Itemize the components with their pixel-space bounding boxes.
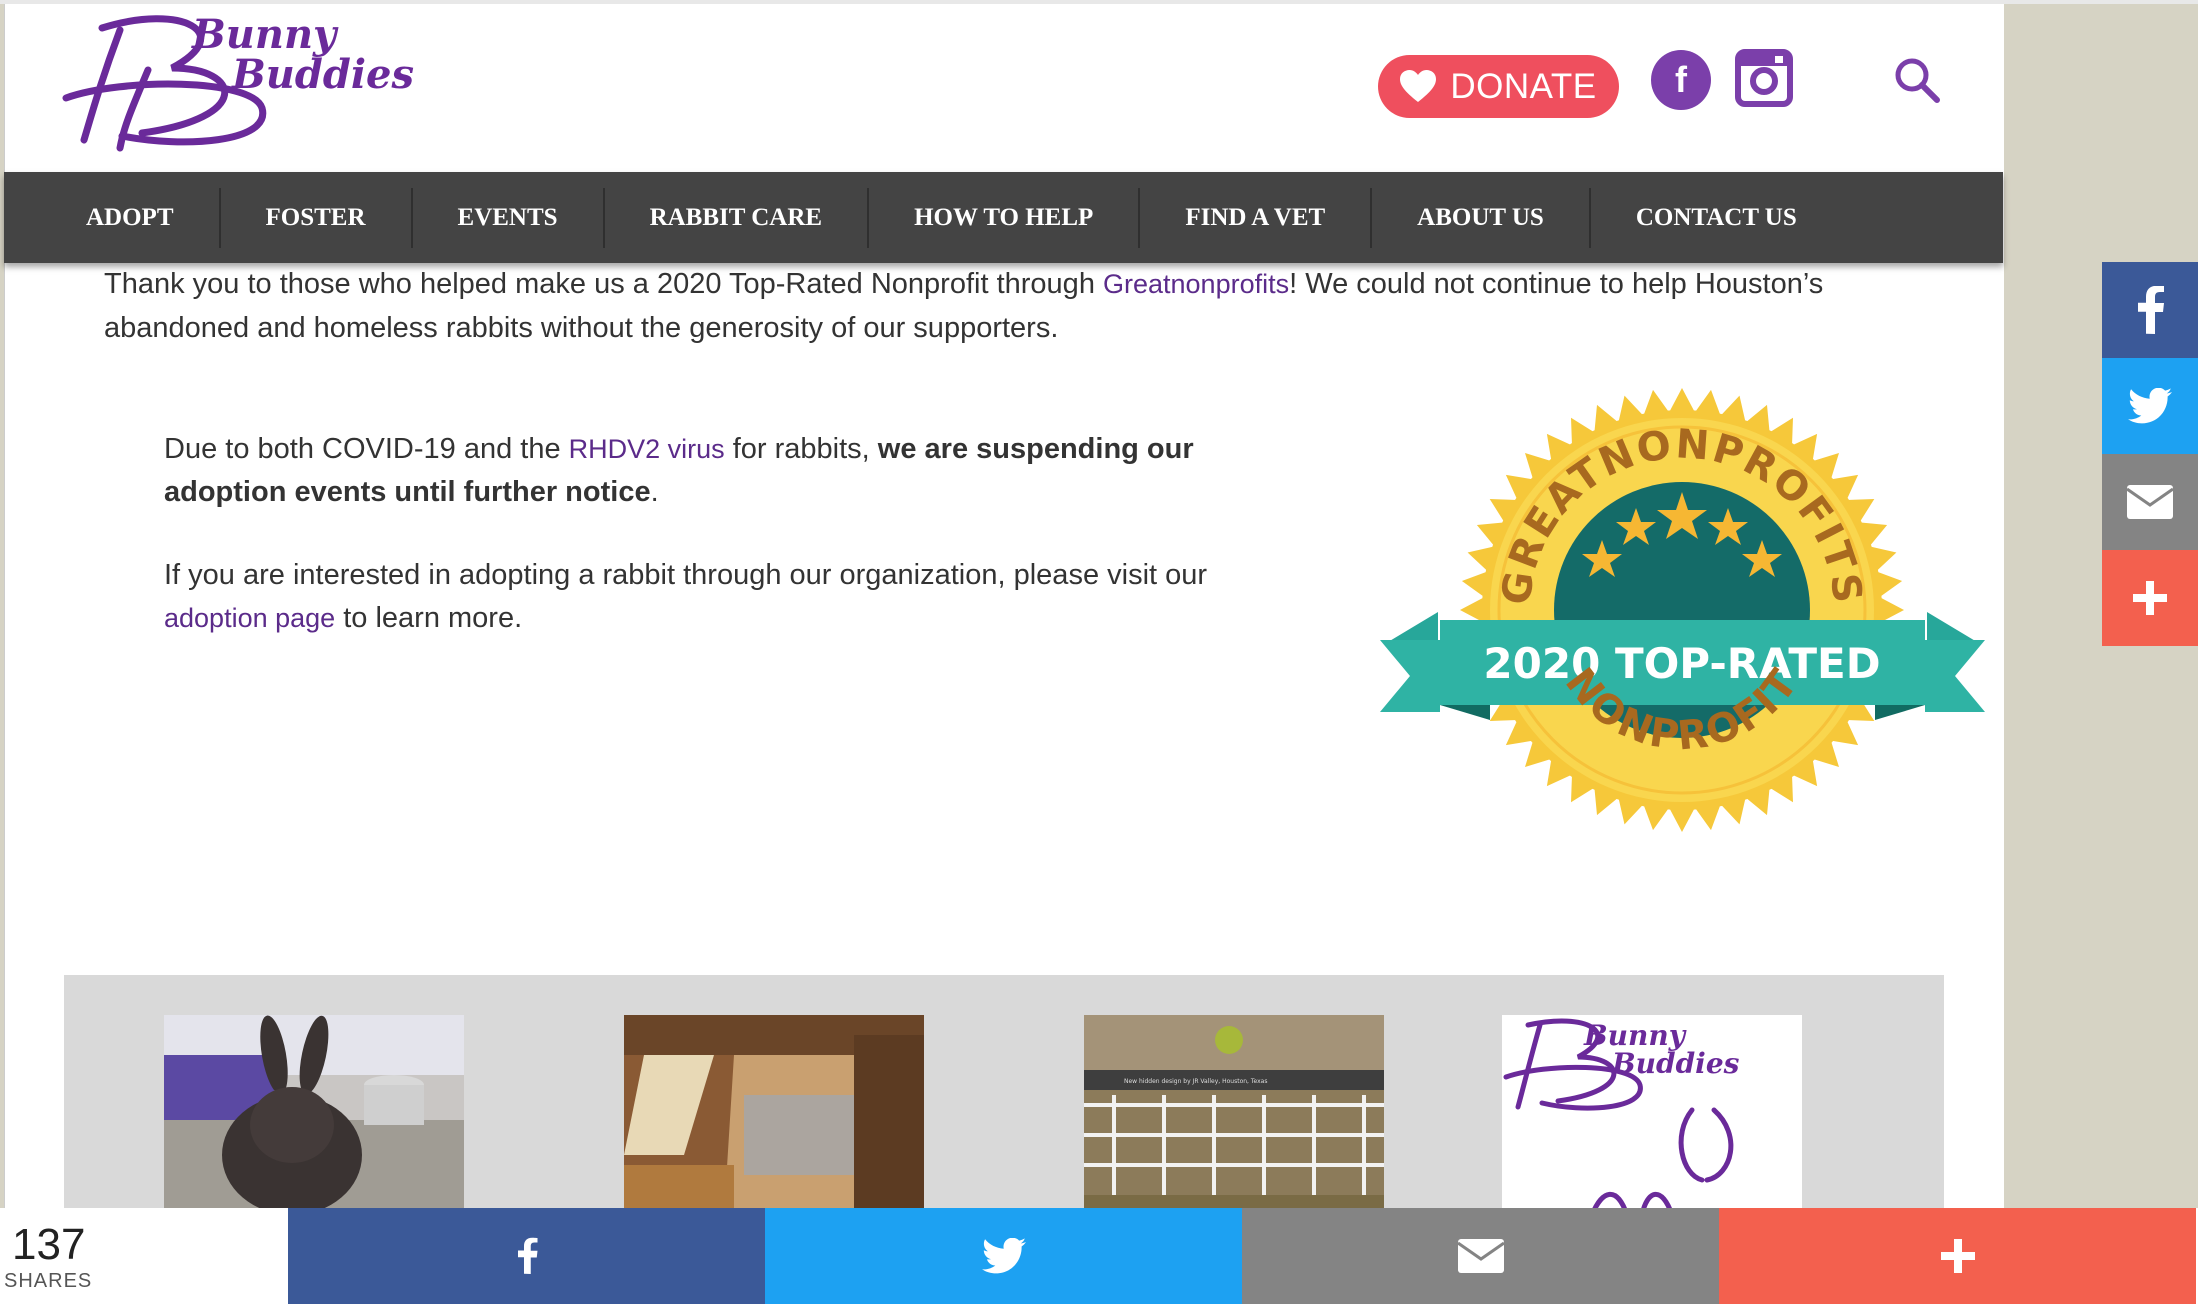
nav-item-events[interactable]: EVENTS <box>410 187 603 248</box>
donate-label: DONATE <box>1450 66 1597 106</box>
nav-item-find-a-vet[interactable]: FIND A VET <box>1138 187 1370 248</box>
notice-text: Due to both COVID-19 and the <box>164 433 569 465</box>
plus-icon <box>1940 1239 1975 1273</box>
bottom-share-email[interactable] <box>1242 1208 1719 1304</box>
bottom-share-twitter[interactable] <box>765 1208 1242 1304</box>
greatnonprofits-link[interactable]: Greatnonprofits <box>1103 269 1289 299</box>
email-icon <box>1457 1239 1504 1273</box>
photo-gallery: New hidden design by JR Valley, Houston,… <box>64 975 1944 1215</box>
plus-icon <box>2133 581 2167 615</box>
adoption-page-link[interactable]: adoption page <box>164 603 335 633</box>
nav-item-foster[interactable]: FOSTER <box>218 187 411 248</box>
gallery-photo-room[interactable] <box>624 1015 924 1215</box>
share-count: 137 <box>12 1220 86 1269</box>
side-share-email[interactable] <box>2102 454 2198 550</box>
share-count-box: 137 SHARES <box>0 1208 288 1304</box>
twitter-icon <box>2128 388 2172 424</box>
notice-text: for rabbits, <box>724 433 878 465</box>
intro-paragraph: Thank you to those who helped make us a … <box>104 262 1924 350</box>
nav-item-adopt[interactable]: ADOPT <box>46 188 219 248</box>
facebook-icon[interactable]: f <box>1651 50 1711 110</box>
email-icon <box>2127 485 2173 519</box>
top-rated-badge[interactable]: GREATNONPROFITS 2020 TOP-RATED NONPROFIT <box>1380 380 1985 840</box>
search-icon[interactable] <box>1892 55 1942 105</box>
gallery-logo-text-bottom: Buddies <box>1611 1047 1740 1080</box>
bottom-share-bar: 137 SHARES <box>0 1208 2198 1304</box>
covid-notice: Due to both COVID-19 and the RHDV2 virus… <box>164 428 1264 514</box>
side-share-facebook[interactable] <box>2102 262 2198 358</box>
main-nav: ADOPT FOSTER EVENTS RABBIT CARE HOW TO H… <box>4 172 2003 263</box>
side-share-more[interactable] <box>2102 550 2198 646</box>
facebook-icon <box>2138 286 2164 334</box>
gallery-caption: New hidden design by JR Valley, Houston,… <box>1124 1078 1267 1085</box>
adoption-info: If you are interested in adopting a rabb… <box>164 554 1264 640</box>
gallery-photo-logo[interactable]: Bunny Buddies <box>1502 1015 1802 1215</box>
site-logo[interactable]: Bunny Buddies <box>62 8 502 153</box>
notice-text: to learn more. <box>335 602 523 634</box>
badge-ribbon-text: 2020 TOP-RATED <box>1483 639 1880 688</box>
heart-icon <box>1400 70 1437 102</box>
nav-item-contact-us[interactable]: CONTACT US <box>1588 187 1842 248</box>
logo-text-bottom: Buddies <box>231 51 414 98</box>
rhdv2-link[interactable]: RHDV2 virus <box>569 434 725 464</box>
nav-item-about-us[interactable]: ABOUT US <box>1370 187 1589 248</box>
twitter-icon <box>981 1238 1026 1274</box>
nav-item-rabbit-care[interactable]: RABBIT CARE <box>602 187 868 248</box>
share-count-label: SHARES <box>4 1270 93 1292</box>
facebook-icon <box>517 1237 537 1274</box>
notice-text: If you are interested in adopting a rabb… <box>164 559 1208 591</box>
gallery-photo-cage[interactable]: New hidden design by JR Valley, Houston,… <box>1084 1015 1384 1215</box>
adoption-notice: Due to both COVID-19 and the RHDV2 virus… <box>164 428 1264 680</box>
donate-button[interactable]: DONATE <box>1378 55 1619 118</box>
notice-text: . <box>650 476 659 508</box>
intro-text-start: Thank you to those who helped make us a … <box>104 268 1103 300</box>
bottom-share-more[interactable] <box>1719 1208 2196 1304</box>
gallery-photo-rabbit[interactable] <box>164 1015 464 1215</box>
floating-share-bar <box>2102 262 2198 646</box>
instagram-icon[interactable] <box>1735 49 1793 107</box>
nav-item-how-to-help[interactable]: HOW TO HELP <box>867 187 1138 248</box>
side-share-twitter[interactable] <box>2102 358 2198 454</box>
bottom-share-facebook[interactable] <box>288 1208 765 1304</box>
